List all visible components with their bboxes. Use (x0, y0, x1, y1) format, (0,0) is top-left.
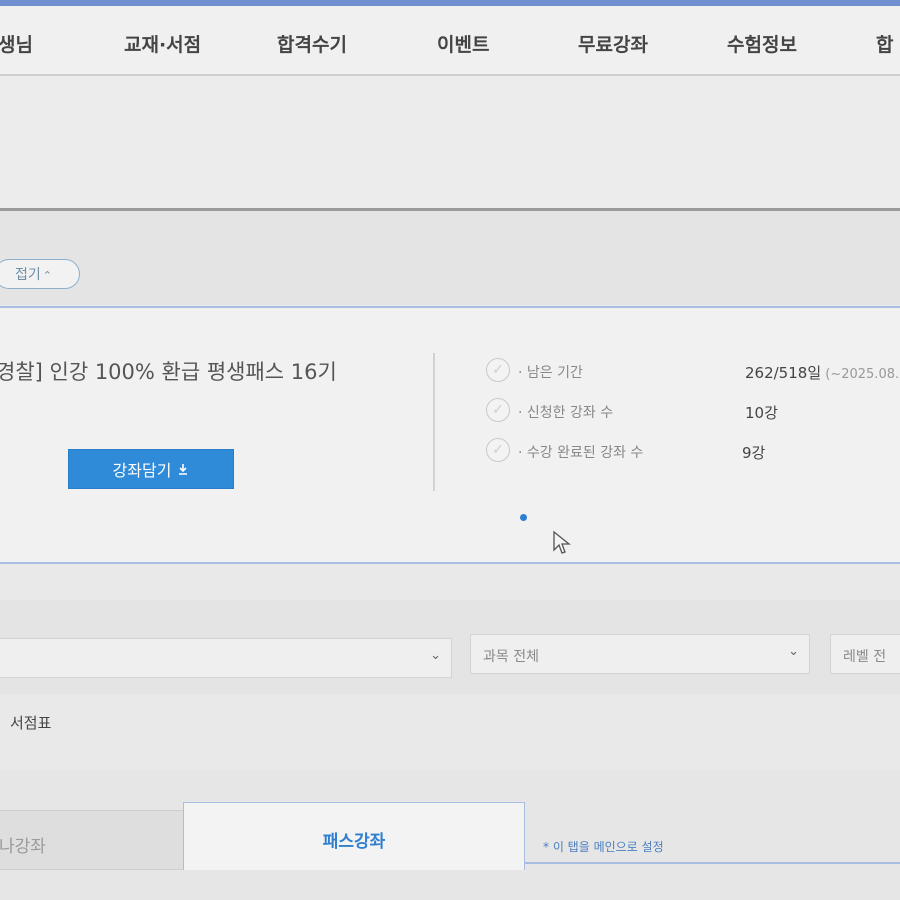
add-lecture-button[interactable]: 강좌담기 (68, 449, 234, 489)
category-select[interactable]: ⌄ (0, 638, 452, 678)
stat-label: · 신청한 강좌 수 (518, 405, 614, 421)
tab-pass-lectures[interactable]: 패스강좌 (183, 802, 525, 870)
filter-bar: ⌄ 과목 전체 ⌄ 레벨 전 (0, 600, 900, 694)
stat-label: · 남은 기간 (518, 365, 583, 381)
subject-select[interactable]: 과목 전체 ⌄ (470, 634, 810, 674)
course-title: 경찰] 인강 100% 환급 평생패스 16기 (0, 360, 337, 384)
nav-item-exam-info[interactable]: 수험정보 (727, 30, 797, 57)
nav-item-teachers[interactable]: 생님 (0, 30, 33, 57)
nav-item-books[interactable]: 교재·서점 (124, 30, 201, 57)
nav-item-free-lectures[interactable]: 무료강좌 (578, 30, 648, 57)
stat-value: 9강 (742, 444, 766, 462)
check-circle-icon: ✓ (486, 398, 510, 422)
carousel-dot[interactable] (520, 514, 527, 521)
stat-enrolled-count: ✓ · 신청한 강좌 수 10강 (486, 398, 900, 426)
tab-baseline (525, 862, 900, 864)
stat-value: 262/518일 (~2025.08. (745, 364, 900, 382)
bookmark-label[interactable]: 서점표 (10, 712, 51, 733)
nav-item-reviews[interactable]: 합격수기 (277, 30, 347, 57)
check-circle-icon: ✓ (486, 438, 510, 462)
card-divider (433, 353, 435, 491)
download-icon (177, 460, 189, 479)
chevron-up-icon: ⌃ (42, 269, 52, 282)
tab-lectures[interactable]: 나강좌 (0, 810, 185, 870)
stat-label: · 수강 완료된 강좌 수 (518, 445, 644, 461)
nav-item-more[interactable]: 합 (876, 30, 893, 57)
level-select-value: 레벨 전 (843, 649, 887, 665)
level-select[interactable]: 레벨 전 (830, 634, 900, 674)
chevron-down-icon: ⌄ (788, 644, 799, 659)
stat-remaining-period: ✓ · 남은 기간 262/518일 (~2025.08. (486, 358, 900, 386)
main-nav: 생님 교재·서점 합격수기 이벤트 무료강좌 수험정보 합 (0, 6, 900, 76)
set-main-tab-link[interactable]: * 이 탭을 메인으로 설정 (543, 838, 664, 855)
stat-value: 10강 (745, 404, 778, 422)
course-card: 경찰] 인강 100% 환급 평생패스 16기 강좌담기 ✓ · 남은 기간 2… (0, 306, 900, 564)
gray-band (0, 211, 900, 305)
nav-item-events[interactable]: 이벤트 (437, 30, 489, 57)
subject-select-value: 과목 전체 (483, 649, 539, 665)
banner-area (0, 76, 900, 211)
check-circle-icon: ✓ (486, 358, 510, 382)
fold-button-label: 접기 (15, 267, 41, 283)
chevron-down-icon: ⌄ (430, 648, 441, 663)
stat-completed-count: ✓ · 수강 완료된 강좌 수 9강 (486, 438, 900, 466)
mouse-cursor-icon (553, 530, 571, 554)
fold-button[interactable]: 접기 ⌃ (0, 259, 80, 289)
add-lecture-label: 강좌담기 (112, 461, 172, 480)
